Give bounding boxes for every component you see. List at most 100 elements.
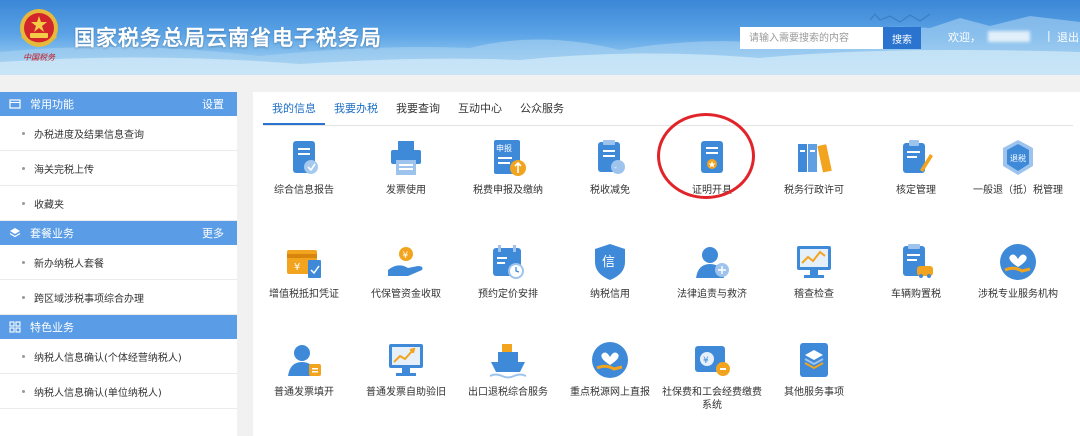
svg-text:¥: ¥ xyxy=(403,251,409,261)
service-audit[interactable]: 稽查检查 xyxy=(763,240,865,301)
service-invoice-use[interactable]: 发票使用 xyxy=(355,136,457,197)
service-credit[interactable]: 信 纳税信用 xyxy=(559,240,661,301)
service-label: 发票使用 xyxy=(386,185,426,196)
declare-pay-icon: 申报 xyxy=(494,140,526,176)
heart-hand-icon xyxy=(1000,244,1036,280)
sidebar-item-label: 纳税人信息确认(个体经营纳税人) xyxy=(34,352,182,364)
service-label: 普通发票自助验旧 xyxy=(366,387,446,398)
service-other[interactable]: 其他服务事项 xyxy=(763,338,865,399)
service-tax-relief[interactable]: - 税收减免 xyxy=(559,136,661,197)
service-verification[interactable]: 核定管理 xyxy=(865,136,967,197)
more-link[interactable]: 更多 xyxy=(202,225,224,241)
svg-text:申报: 申报 xyxy=(496,143,512,153)
social-insurance-icon: ¥ xyxy=(695,346,730,376)
bullet-dot xyxy=(22,354,25,358)
monitor-chart-icon xyxy=(797,246,831,278)
sidebar-item-new-taxpayer[interactable]: 新办纳税人套餐 xyxy=(0,245,237,280)
svg-text:-: - xyxy=(614,163,617,172)
service-legal[interactable]: 法律追责与救济 xyxy=(661,240,763,301)
service-label: 税务行政许可 xyxy=(784,185,844,196)
service-social-insurance[interactable]: ¥ 社保费和工会经费缴费系统 xyxy=(661,338,763,412)
svg-text:¥: ¥ xyxy=(703,356,709,366)
report-icon xyxy=(293,141,318,174)
search-button[interactable]: 搜索 xyxy=(883,27,921,49)
settings-link[interactable]: 设置 xyxy=(202,96,224,112)
service-admin-license[interactable]: 税务行政许可 xyxy=(763,136,865,197)
service-label: 稽查检查 xyxy=(794,289,834,300)
main-panel: 我的信息 我要办税 我要查询 互动中心 公众服务 综合信息报告 发票使用 申报 … xyxy=(253,92,1080,436)
sidebar: 常用功能 设置 办税进度及结果信息查询 海关完税上传 收藏夹 套餐业务 更多 新… xyxy=(0,92,237,436)
hand-coin-icon: ¥ xyxy=(388,247,423,276)
service-label: 纳税信用 xyxy=(590,289,630,300)
service-declare-pay[interactable]: 申报 税费申报及缴纳 xyxy=(457,136,559,197)
service-label: 综合信息报告 xyxy=(274,185,334,196)
highlight-circle xyxy=(657,113,755,199)
sidebar-section-featured[interactable]: 特色业务 xyxy=(0,315,237,339)
bullet-dot xyxy=(22,260,25,264)
service-label: 增值税抵扣凭证 xyxy=(269,289,339,300)
service-label: 涉税专业服务机构 xyxy=(978,289,1058,300)
sidebar-item-unit-confirm[interactable]: 纳税人信息确认(单位纳税人) xyxy=(0,374,237,409)
service-vat-voucher[interactable]: ¥ 增值税抵扣凭证 xyxy=(253,240,355,301)
bullet-dot xyxy=(22,201,25,205)
sidebar-item-label: 新办纳税人套餐 xyxy=(34,258,104,270)
vat-voucher-icon: ¥ xyxy=(287,250,321,278)
welcome-text: 欢迎， xyxy=(948,31,981,44)
username-redacted xyxy=(988,31,1030,42)
service-report[interactable]: 综合信息报告 xyxy=(253,136,355,197)
tab-query[interactable]: 我要查询 xyxy=(387,97,449,125)
svg-text:退税: 退税 xyxy=(1010,153,1026,163)
service-invoice-verify[interactable]: 普通发票自助验旧 xyxy=(355,338,457,399)
sidebar-item-customs-upload[interactable]: 海关完税上传 xyxy=(0,151,237,186)
vehicle-tax-icon xyxy=(903,244,933,278)
sidebar-item-individual-confirm[interactable]: 纳税人信息确认(个体经营纳税人) xyxy=(0,339,237,374)
refund-icon: 退税 xyxy=(1003,140,1033,175)
service-label: 出口退税综合服务 xyxy=(468,387,548,398)
tab-divider xyxy=(263,125,1073,126)
service-custody-funds[interactable]: ¥ 代保管资金收取 xyxy=(355,240,457,301)
sidebar-item-favorites[interactable]: 收藏夹 xyxy=(0,186,237,221)
service-label: 普通发票填开 xyxy=(274,387,334,398)
clipboard-pen-icon xyxy=(903,140,933,173)
service-label: 其他服务事项 xyxy=(784,387,844,398)
tax-emblem-icon xyxy=(16,6,62,50)
sidebar-section-packages[interactable]: 套餐业务 更多 xyxy=(0,221,237,245)
credit-icon: 信 xyxy=(595,244,625,280)
law-person-icon xyxy=(696,247,729,278)
service-label: 代保管资金收取 xyxy=(371,289,441,300)
tab-handle-tax[interactable]: 我要办税 xyxy=(325,97,387,125)
tab-interaction[interactable]: 互动中心 xyxy=(449,97,511,125)
logout-link[interactable]: 退出 xyxy=(1057,29,1079,45)
service-label: 一般退（抵）税管理 xyxy=(973,185,1063,196)
layers-icon xyxy=(8,226,22,240)
service-key-source-report[interactable]: 重点税源网上直报 xyxy=(559,338,661,399)
service-agency[interactable]: 涉税专业服务机构 xyxy=(967,240,1069,301)
layers-icon xyxy=(800,343,828,377)
service-label: 社保费和工会经费缴费系统 xyxy=(662,387,762,411)
service-label: 税收减免 xyxy=(590,185,630,196)
bullet-dot xyxy=(22,166,25,170)
bullet-dot xyxy=(22,131,25,135)
service-vehicle-tax[interactable]: 车辆购置税 xyxy=(865,240,967,301)
sidebar-item-label: 纳税人信息确认(单位纳税人) xyxy=(34,387,162,399)
service-refund[interactable]: 退税 一般退（抵）税管理 xyxy=(967,136,1069,197)
search-input[interactable] xyxy=(740,27,883,49)
svg-text:¥: ¥ xyxy=(294,262,300,273)
service-export-refund[interactable]: 出口退税综合服务 xyxy=(457,338,559,399)
sidebar-item-progress-query[interactable]: 办税进度及结果信息查询 xyxy=(0,116,237,151)
service-label: 车辆购置税 xyxy=(891,289,941,300)
tax-relief-icon: - xyxy=(598,140,625,174)
grid-icon xyxy=(8,320,22,334)
sidebar-section-common[interactable]: 常用功能 设置 xyxy=(0,92,237,116)
bullet-dot xyxy=(22,389,25,393)
tab-bar: 我的信息 我要办税 我要查询 互动中心 公众服务 xyxy=(263,97,573,125)
sidebar-item-cross-region[interactable]: 跨区域涉税事项综合办理 xyxy=(0,280,237,315)
heart-hand-report-icon xyxy=(592,342,628,378)
printer-icon xyxy=(391,141,421,175)
window-icon xyxy=(8,97,22,111)
tab-my-info[interactable]: 我的信息 xyxy=(263,97,325,125)
service-invoice-issue[interactable]: 普通发票填开 xyxy=(253,338,355,399)
tab-public-service[interactable]: 公众服务 xyxy=(511,97,573,125)
service-pricing[interactable]: 预约定价安排 xyxy=(457,240,559,301)
service-label: 核定管理 xyxy=(896,185,936,196)
